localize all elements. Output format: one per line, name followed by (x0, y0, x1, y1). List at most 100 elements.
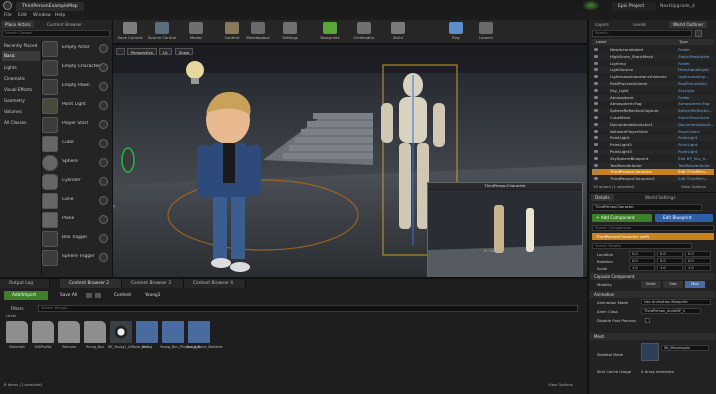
doc-tab-map[interactable]: ThirdPersonExampleMap (16, 2, 84, 11)
outliner-row[interactable]: ThirdPersonCharacter Edit ThirdPers... (592, 169, 714, 176)
menu-help[interactable]: Help (55, 11, 65, 20)
view-options-icon[interactable] (695, 30, 702, 37)
place-item-sphere-trigger[interactable]: Sphere Trigger (42, 248, 110, 268)
category-geometry[interactable]: Geometry (2, 96, 40, 106)
visibility-eye-icon[interactable] (594, 136, 598, 140)
modes-button[interactable]: Modes (181, 20, 211, 44)
outliner-row[interactable]: LightSource DirectionalLight (592, 67, 714, 74)
show-button[interactable]: Show (175, 48, 194, 55)
outliner-row[interactable]: NetworkPlayerStart PlayerStart (592, 129, 714, 135)
add-component-button[interactable]: + Add Component (592, 214, 652, 222)
place-item-cube[interactable]: Cube (42, 134, 110, 154)
outliner-view-options[interactable]: View Options (681, 184, 706, 189)
viewport-options-button[interactable] (116, 48, 125, 55)
rotation-x[interactable]: 0.0 (629, 258, 655, 264)
outliner-row[interactable]: Sky_Light SkyLight (592, 88, 714, 94)
outliner-row[interactable]: Atmosphere Folder (592, 94, 714, 101)
rotation-z[interactable]: 0.0 (685, 258, 711, 264)
place-item-player-start[interactable]: Player Start (42, 115, 110, 135)
back-arrow-icon[interactable] (86, 293, 92, 298)
location-x[interactable]: 0.0 (629, 251, 655, 257)
launch-button[interactable]: Launch (471, 20, 501, 44)
visibility-eye-icon[interactable] (594, 102, 598, 106)
place-item-plane[interactable]: Plane (42, 210, 110, 230)
outliner-search-input[interactable]: Search... (592, 30, 692, 37)
outliner-row[interactable]: DocumentationActor1 DocumentationA... (592, 121, 714, 128)
scale-x[interactable]: 1.0 (629, 265, 655, 271)
skeletal-mesh-select[interactable]: SK_Mannequin (661, 345, 709, 351)
place-item-empty-pawn[interactable]: Empty Pawn (42, 77, 110, 97)
category-lights[interactable]: Lights (2, 63, 40, 73)
search-classes-input[interactable]: Search Classes (2, 30, 110, 37)
mobility-static[interactable]: Static (641, 281, 661, 288)
content-view-options[interactable]: View Options (548, 382, 573, 387)
settings-button[interactable]: Settings (275, 20, 305, 44)
tab-output-log[interactable]: Output Log (0, 279, 50, 288)
visibility-eye-icon[interactable] (594, 177, 598, 181)
outliner-row[interactable]: Lighting Folder (592, 61, 714, 67)
category-recently-placed[interactable]: Recently Placed (2, 41, 40, 51)
visibility-eye-icon[interactable] (594, 95, 598, 99)
category-cinematic[interactable]: Cinematic (2, 74, 40, 84)
visibility-eye-icon[interactable] (594, 170, 598, 174)
location-z[interactable]: 0.0 (685, 251, 711, 257)
category-volumes[interactable]: Volumes (2, 107, 40, 117)
visibility-eye-icon[interactable] (594, 143, 598, 147)
lit-button[interactable]: Lit (159, 48, 172, 55)
tab-world-outliner[interactable]: World Outliner (669, 21, 708, 28)
edit-blueprint-button[interactable]: Edit Blueprint (655, 214, 713, 222)
breadcrumb-content[interactable]: Content (114, 291, 131, 300)
place-item-point-light[interactable]: Point Light (42, 96, 110, 116)
visibility-eye-icon[interactable] (594, 156, 598, 160)
tab-content-browser-2[interactable]: Content Browser 2 (60, 279, 122, 288)
place-item-box-trigger[interactable]: Box Trigger (42, 229, 110, 249)
visibility-eye-icon[interactable] (594, 68, 598, 72)
visibility-eye-icon[interactable] (594, 109, 598, 113)
tab-place-actors[interactable]: Place Actors (2, 21, 34, 28)
build-button[interactable]: Build (383, 20, 413, 44)
perspective-button[interactable]: Perspective (127, 48, 157, 55)
tab-details[interactable]: Details (591, 194, 614, 201)
location-y[interactable]: 0.0 (657, 251, 683, 257)
scale-z[interactable]: 1.0 (685, 265, 711, 271)
category-basic[interactable]: Basic (2, 51, 40, 61)
place-item-sphere[interactable]: Sphere (42, 153, 110, 173)
scale-y[interactable]: 1.0 (657, 265, 683, 271)
forward-arrow-icon[interactable] (95, 293, 101, 298)
tab-content-browser-side[interactable]: Content Browser (44, 21, 85, 28)
outliner-row[interactable]: PostProcessVolume PostProcessVol (592, 81, 714, 87)
asset-search-input[interactable]: Search Yeong1 (38, 305, 578, 312)
tab-world-settings[interactable]: World Settings (641, 194, 680, 201)
add-import-button[interactable]: Add/Import (4, 291, 48, 300)
outliner-row[interactable]: NewActorsAdded Folder (592, 47, 714, 53)
rotation-y[interactable]: 0.0 (657, 258, 683, 264)
visibility-eye-icon[interactable] (594, 48, 598, 51)
tab-levels[interactable]: Levels (629, 21, 650, 28)
actor-name-field[interactable]: ThirdPersonCharacter (592, 204, 702, 211)
save-all-button[interactable]: Save All (54, 291, 77, 300)
play-button[interactable]: Play (441, 20, 471, 44)
marketplace-button[interactable]: Marketplace (243, 20, 273, 44)
tab-layers[interactable]: Layers (591, 21, 613, 28)
level-viewport[interactable]: Epic (113, 45, 587, 277)
filters-button[interactable]: Filters (4, 305, 24, 312)
menu-edit[interactable]: Edit (18, 11, 27, 20)
outliner-row[interactable]: PointLight2 PointLight (592, 142, 714, 148)
visibility-eye-icon[interactable] (594, 150, 598, 153)
cinematics-button[interactable]: Cinematics (349, 20, 379, 44)
tab-content-browser-4[interactable]: Content Browser 4 (184, 279, 246, 288)
column-label[interactable]: Label (592, 39, 677, 45)
outliner-row[interactable]: ThirdPersonCharacter2 Edit ThirdPers... (592, 176, 714, 183)
section-mesh[interactable]: Mesh (590, 333, 715, 340)
visibility-eye-icon[interactable] (594, 75, 598, 79)
visibility-eye-icon[interactable] (594, 61, 598, 65)
source-control-button[interactable]: Source Control (147, 20, 177, 44)
outliner-row[interactable]: HighScore_StaticMesh StaticMeshActor (592, 53, 714, 60)
blueprints-button[interactable]: Blueprints (315, 20, 345, 44)
category-all-classes[interactable]: All Classes (2, 118, 40, 128)
save-current-button[interactable]: Save Current (115, 20, 145, 44)
visibility-eye-icon[interactable] (594, 116, 598, 119)
place-item-cone[interactable]: Cone (42, 191, 110, 211)
outliner-row[interactable]: CubeMesh StaticMeshActor (592, 115, 714, 121)
breadcrumb-young1[interactable]: Yeong1 (145, 291, 161, 300)
